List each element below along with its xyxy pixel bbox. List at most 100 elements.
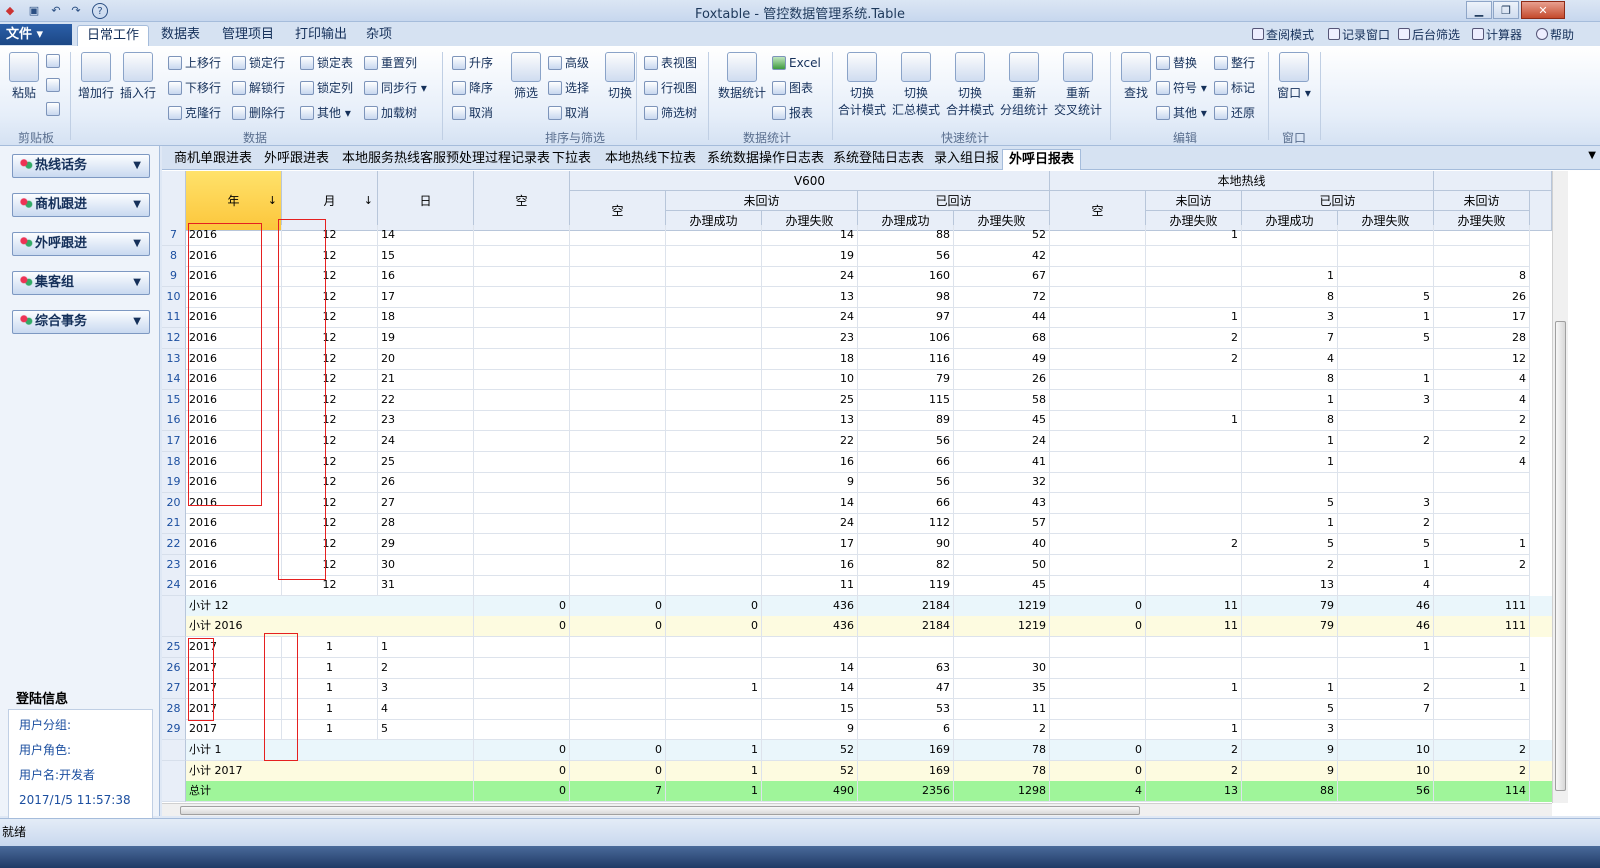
cell-l3[interactable]: 46 xyxy=(1338,596,1434,617)
cell-v2[interactable]: 14 xyxy=(762,678,858,699)
cell-l4[interactable]: 2 xyxy=(1434,431,1530,452)
lock-table-button[interactable]: 锁定表 xyxy=(300,54,353,72)
cell-v0[interactable] xyxy=(570,534,666,555)
row-number[interactable]: 18 xyxy=(162,452,186,473)
cell-v2[interactable]: 15 xyxy=(762,699,858,720)
cell-v4[interactable]: 49 xyxy=(954,349,1050,370)
sheet-tab[interactable]: 系统登陆日志表 xyxy=(827,149,930,170)
cell-l1[interactable] xyxy=(1146,513,1242,534)
cell-v0[interactable]: 0 xyxy=(570,740,666,761)
cell-l1[interactable] xyxy=(1146,699,1242,720)
nav-hotline[interactable]: 热线话务 ▼ xyxy=(12,154,150,178)
cell-l0[interactable] xyxy=(1050,513,1146,534)
cell-day[interactable]: 18 xyxy=(378,307,474,328)
cell-l0[interactable] xyxy=(1050,678,1146,699)
cell-e[interactable] xyxy=(474,287,570,308)
cell-day[interactable]: 25 xyxy=(378,452,474,473)
row-number[interactable]: 26 xyxy=(162,658,186,679)
cell-day[interactable]: 17 xyxy=(378,287,474,308)
cell-l1[interactable]: 2 xyxy=(1146,740,1242,761)
cell-l0[interactable] xyxy=(1050,410,1146,431)
cell-v1[interactable] xyxy=(666,328,762,349)
cell-l1[interactable] xyxy=(1146,266,1242,287)
cell-v0[interactable] xyxy=(570,328,666,349)
nav-opportunity[interactable]: 商机跟进 ▼ xyxy=(12,193,150,217)
copy-button[interactable] xyxy=(46,52,63,70)
cell-v2[interactable]: 23 xyxy=(762,328,858,349)
cell-year[interactable]: 2016 xyxy=(186,575,282,596)
cell-l0[interactable]: 0 xyxy=(1050,740,1146,761)
add-row-button[interactable]: 增加行 xyxy=(74,52,118,101)
cell-day[interactable]: 19 xyxy=(378,328,474,349)
cell-v1[interactable]: 0 xyxy=(666,596,762,617)
row-number[interactable]: 10 xyxy=(162,287,186,308)
cell-v4[interactable]: 1219 xyxy=(954,596,1050,617)
cell-l3[interactable]: 5 xyxy=(1338,534,1434,555)
cell-v4[interactable]: 78 xyxy=(954,740,1050,761)
sheet-tab-active[interactable]: 外呼日报表 xyxy=(1002,149,1082,170)
cell-v4[interactable]: 26 xyxy=(954,369,1050,390)
cell-e[interactable] xyxy=(474,452,570,473)
cell-v1[interactable] xyxy=(666,534,762,555)
sheet-tab[interactable]: 商机单跟进表 xyxy=(168,149,258,170)
lock-column-button[interactable]: 锁定列 xyxy=(300,79,353,97)
switch-sum-mode-button[interactable]: 切换 合计模式 xyxy=(834,52,890,118)
cell-v2[interactable]: 9 xyxy=(762,472,858,493)
cell-v0[interactable] xyxy=(570,575,666,596)
cell-day[interactable]: 27 xyxy=(378,493,474,514)
cell-e[interactable] xyxy=(474,678,570,699)
cell-v2[interactable]: 22 xyxy=(762,431,858,452)
cell-l2[interactable]: 13 xyxy=(1242,575,1338,596)
cell-v4[interactable]: 78 xyxy=(954,761,1050,782)
cell-v4[interactable]: 67 xyxy=(954,266,1050,287)
row-number[interactable]: 24 xyxy=(162,575,186,596)
row-view-button[interactable]: 行视图 xyxy=(644,79,697,97)
cell-day[interactable]: 14 xyxy=(378,225,474,246)
cell-v3[interactable]: 169 xyxy=(858,761,954,782)
cell-l4[interactable]: 1 xyxy=(1434,658,1530,679)
cell-v4[interactable]: 32 xyxy=(954,472,1050,493)
cell-l1[interactable]: 1 xyxy=(1146,307,1242,328)
cell-e[interactable] xyxy=(474,555,570,576)
cell-l3[interactable] xyxy=(1338,658,1434,679)
cell-v2[interactable]: 52 xyxy=(762,740,858,761)
cell-l4[interactable] xyxy=(1434,575,1530,596)
cell-v0[interactable]: 7 xyxy=(570,781,666,802)
cell-e[interactable] xyxy=(474,472,570,493)
cell-v4[interactable]: 1298 xyxy=(954,781,1050,802)
file-menu-button[interactable]: 文件 ▾ xyxy=(0,24,72,45)
cell-v0[interactable]: 0 xyxy=(570,616,666,637)
symbol-button[interactable]: 符号 ▾ xyxy=(1156,79,1207,97)
cell-l4[interactable]: 1 xyxy=(1434,534,1530,555)
sheet-tab[interactable]: 外呼跟进表 xyxy=(258,149,335,170)
cell-v1[interactable] xyxy=(666,349,762,370)
cell-l4[interactable]: 114 xyxy=(1434,781,1530,802)
cell-e[interactable] xyxy=(474,699,570,720)
cut-button[interactable] xyxy=(46,76,63,94)
data-stats-button[interactable]: 数据统计 xyxy=(714,52,770,101)
cell-l1[interactable] xyxy=(1146,637,1242,658)
cell-v4[interactable]: 52 xyxy=(954,225,1050,246)
cell-l2[interactable]: 1 xyxy=(1242,431,1338,452)
cell-v4[interactable]: 41 xyxy=(954,452,1050,473)
cell-v2[interactable]: 52 xyxy=(762,761,858,782)
cell-l2[interactable]: 9 xyxy=(1242,740,1338,761)
load-tree-button[interactable]: 加载树 xyxy=(364,104,417,122)
cell-l4[interactable] xyxy=(1434,699,1530,720)
col-header-empty[interactable]: 空 xyxy=(474,171,570,231)
cell-v0[interactable] xyxy=(570,410,666,431)
cell-l4[interactable]: 2 xyxy=(1434,740,1530,761)
cell-l3[interactable] xyxy=(1338,266,1434,287)
cell-l2[interactable] xyxy=(1242,225,1338,246)
tab-list-dropdown-icon[interactable]: ▼ xyxy=(1588,150,1596,161)
cell-l4[interactable] xyxy=(1434,493,1530,514)
cell-e[interactable] xyxy=(474,349,570,370)
cell-l0[interactable] xyxy=(1050,328,1146,349)
cell-v4[interactable]: 45 xyxy=(954,575,1050,596)
regroup-stats-button[interactable]: 重新 分组统计 xyxy=(996,52,1052,118)
cell-l4[interactable]: 2 xyxy=(1434,555,1530,576)
cell-day[interactable]: 26 xyxy=(378,472,474,493)
find-button[interactable]: 查找 xyxy=(1114,52,1158,101)
row-number[interactable]: 21 xyxy=(162,513,186,534)
sort-asc-button[interactable]: 升序 xyxy=(452,54,493,72)
